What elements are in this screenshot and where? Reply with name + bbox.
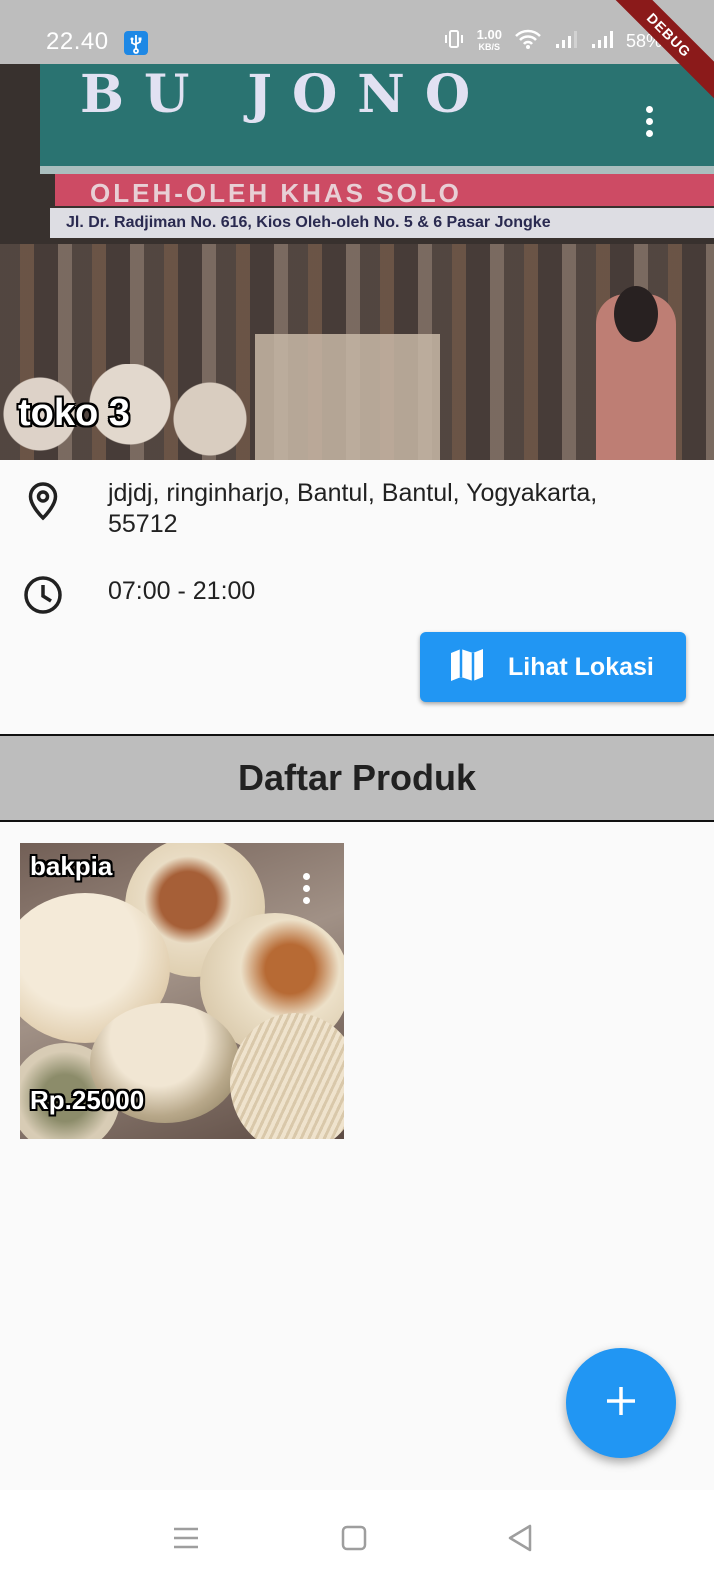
product-list-header: Daftar Produk [0, 734, 714, 822]
menu-icon[interactable] [166, 1518, 206, 1558]
hours-row: 07:00 - 21:00 [0, 570, 714, 620]
product-price: Rp.25000 [30, 1085, 145, 1115]
view-location-button[interactable]: Lihat Lokasi [420, 632, 686, 702]
status-bar: 22.40 1.00 KB/S 58% [0, 0, 714, 64]
home-square-icon[interactable] [334, 1518, 374, 1558]
product-list-title: Daftar Produk [237, 757, 477, 798]
signal-icon-1 [554, 28, 578, 55]
product-name: bakpia [30, 851, 113, 881]
status-icons: 1.00 KB/S 58% [443, 26, 662, 56]
system-nav-bar [0, 1490, 714, 1586]
product-card[interactable]: bakpia Rp.25000 [20, 843, 344, 1139]
shop-name: toko 3 [18, 392, 130, 434]
shop-address: jdjdj, ringinharjo, Bantul, Bantul, Yogy… [108, 479, 598, 538]
opening-hours: 07:00 - 21:00 [108, 577, 256, 605]
vibrate-icon [443, 28, 465, 55]
net-speed-value: 1.00 [476, 27, 502, 42]
more-vert-icon[interactable] [636, 102, 660, 142]
back-triangle-icon[interactable] [500, 1518, 540, 1558]
plus-icon [604, 1384, 638, 1423]
clock-icon [22, 574, 64, 616]
net-speed-unit: KB/S [478, 42, 501, 52]
product-more-vert-icon[interactable] [296, 871, 316, 907]
add-product-button[interactable] [566, 1348, 676, 1458]
wifi-icon [514, 28, 542, 55]
address-row: jdjdj, ringinharjo, Bantul, Bantul, Yogy… [0, 476, 714, 546]
view-location-label: Lihat Lokasi [508, 652, 654, 681]
map-icon [448, 646, 486, 689]
signal-icon-2 [590, 28, 614, 55]
status-time: 22.40 [46, 28, 109, 55]
shop-header-image: BU JONO OLEH-OLEH KHAS SOLO Jl. Dr. Radj… [0, 64, 714, 460]
location-pin-icon [22, 480, 64, 522]
usb-debug-icon [124, 31, 148, 55]
net-speed: 1.00 KB/S [476, 27, 502, 53]
